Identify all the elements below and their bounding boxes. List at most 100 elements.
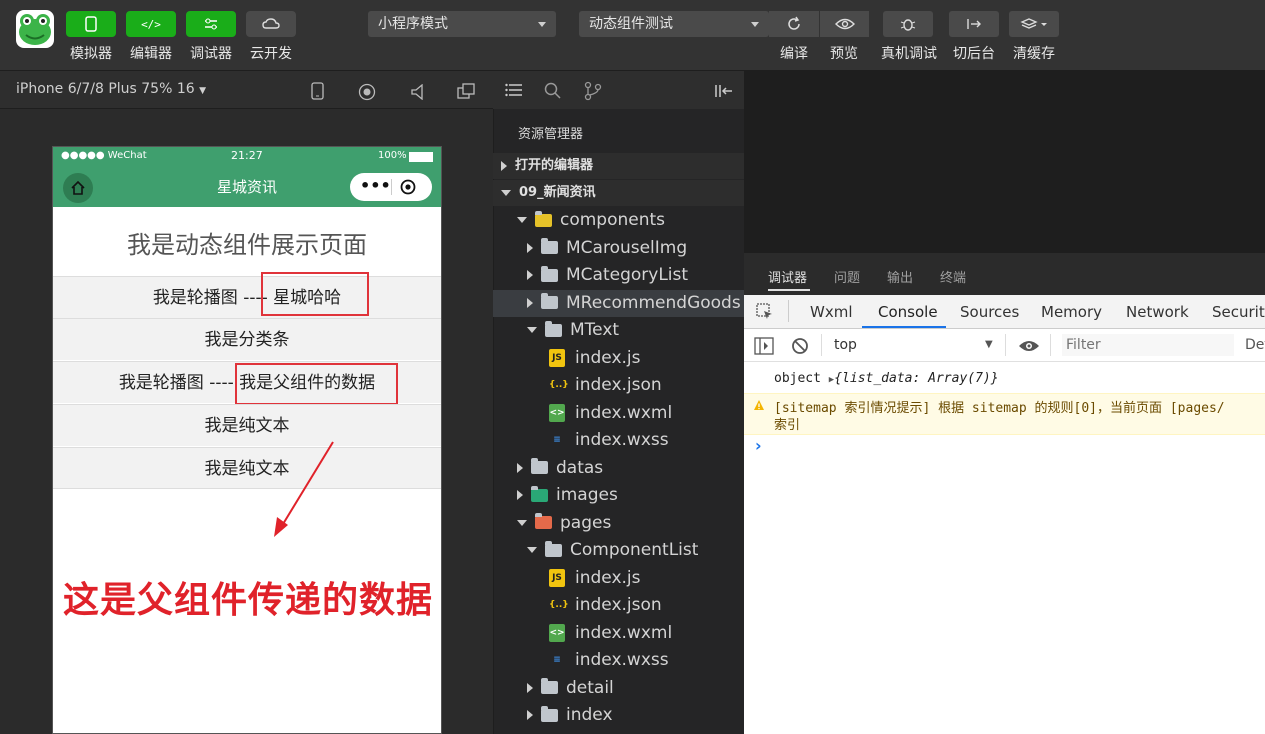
cloud-button[interactable] (246, 11, 296, 37)
debugger-button[interactable] (186, 11, 236, 37)
carrier-label: ●●●●● WeChat (61, 150, 147, 161)
editor-button[interactable]: </> (126, 11, 176, 37)
simulator-label: 模拟器 (70, 46, 112, 62)
clear-cache-button[interactable] (1009, 11, 1059, 37)
clear-console-icon[interactable] (791, 337, 809, 359)
caret-down-icon: ▼ (199, 86, 207, 96)
chevron-right-icon[interactable] (527, 710, 533, 720)
folder-icon (541, 238, 558, 254)
mode-select[interactable]: 小程序模式 (368, 11, 556, 37)
tab-terminal[interactable]: 终端 (940, 267, 966, 286)
tree-item[interactable]: <> index.wxml (493, 400, 744, 427)
row-text: 我是轮播图 ---- (118, 373, 240, 393)
simulator-button[interactable] (66, 11, 116, 37)
sidebar-toggle-icon[interactable] (754, 337, 774, 359)
status-bar: ●●●●● WeChat 21:27 100% (53, 147, 441, 167)
background-button[interactable] (949, 11, 999, 37)
preview-button[interactable] (820, 11, 869, 37)
chevron-right-icon[interactable] (527, 297, 533, 308)
log-object[interactable]: {list_data: Array(7)} (834, 371, 998, 386)
tree-item[interactable]: detail (493, 675, 744, 702)
tree-item[interactable]: ≡ index.wxss (493, 647, 744, 674)
list-item: 我是轮播图 ---- 星城哈哈 (53, 276, 441, 318)
open-editors-section[interactable]: 打开的编辑器 (493, 153, 744, 179)
tab-network[interactable]: Network (1126, 303, 1189, 321)
folder-icon (541, 265, 558, 282)
collapse-panel-icon[interactable] (714, 83, 734, 102)
chevron-down-icon[interactable] (517, 519, 527, 526)
compile-button[interactable] (769, 11, 819, 37)
chevron-right-icon[interactable] (527, 682, 533, 693)
phone-outline-icon[interactable] (311, 82, 325, 104)
capsule-menu[interactable]: ••• (350, 173, 432, 201)
chevron-down-icon[interactable] (517, 217, 527, 223)
toolbar-divider (1050, 334, 1051, 356)
tree-item[interactable]: {..} index.json (493, 592, 744, 619)
capsule-divider (391, 179, 392, 195)
tree-item-label: index (566, 705, 613, 725)
remote-debug-button[interactable] (883, 11, 933, 37)
chevron-right-icon[interactable] (517, 490, 523, 500)
context-caret-icon[interactable]: ▼ (985, 339, 993, 350)
folder-icon (541, 293, 558, 309)
switch-icon (967, 19, 981, 29)
tab-problems[interactable]: 问题 (834, 267, 860, 286)
tree-item[interactable]: components (493, 207, 744, 234)
tab-output[interactable]: 输出 (887, 267, 913, 286)
tree-item-label: MRecommendGoods (566, 292, 741, 313)
tree-item[interactable]: images (493, 482, 744, 509)
tree-item[interactable]: {..} index.json (493, 372, 744, 399)
tree-item[interactable]: ComponentList (493, 537, 744, 564)
tree-item[interactable]: JS index.js (493, 565, 744, 592)
tree-item[interactable]: MText (493, 317, 744, 344)
remote-debug-label: 真机调试 (881, 46, 937, 62)
tab-debugger[interactable]: 调试器 (768, 267, 807, 286)
time-label: 21:27 (231, 149, 263, 162)
tab-sources[interactable]: Sources (960, 303, 1019, 321)
tab-memory[interactable]: Memory (1041, 303, 1102, 321)
folder-icon (535, 513, 552, 529)
record-icon[interactable] (358, 83, 376, 105)
detach-window-icon[interactable] (457, 83, 475, 103)
list-icon[interactable] (505, 82, 523, 102)
tree-item-label: ComponentList (570, 540, 699, 560)
chevron-right-icon[interactable] (527, 242, 533, 253)
chevron-right-icon[interactable] (517, 462, 523, 473)
git-branch-icon[interactable] (584, 81, 602, 105)
tree-item-label: detail (566, 677, 614, 698)
project-section[interactable]: 09_新闻资讯 (493, 180, 744, 206)
inspect-icon[interactable] (756, 303, 774, 325)
tree-item[interactable]: index (493, 702, 744, 729)
levels-select[interactable]: Def (1245, 337, 1265, 353)
device-select[interactable]: iPhone 6/7/8 Plus 75% 16 ▼ (16, 81, 206, 97)
compile-select[interactable]: 动态组件测试 (579, 11, 769, 37)
list-item: 我是分类条 (53, 318, 441, 360)
project-label: 09_新闻资讯 (519, 185, 596, 200)
tree-item[interactable]: JS index.js (493, 345, 744, 372)
list-item: 我是纯文本 (53, 447, 441, 489)
chevron-down-icon[interactable] (527, 327, 537, 333)
volume-icon[interactable] (410, 83, 426, 104)
editor-area (744, 71, 1265, 253)
tree-item[interactable]: MCarouselImg (493, 235, 744, 262)
tree-item[interactable]: datas (493, 455, 744, 482)
chevron-down-icon[interactable] (527, 547, 537, 553)
console-prompt[interactable]: › (755, 436, 762, 455)
tree-item[interactable]: pages (493, 510, 744, 537)
filter-input[interactable] (1062, 334, 1234, 356)
more-icon[interactable]: ••• (360, 176, 391, 195)
eye-icon[interactable] (1018, 338, 1040, 357)
search-icon[interactable] (544, 82, 562, 104)
tab-security[interactable]: Security (1212, 303, 1265, 321)
tree-item[interactable]: MCategoryList (493, 262, 744, 289)
tree-item-label: MCarouselImg (566, 237, 688, 258)
tree-item[interactable]: ≡ index.wxss (493, 427, 744, 454)
close-target-icon[interactable] (400, 179, 416, 195)
tab-console[interactable]: Console (878, 303, 938, 321)
tree-item[interactable]: MRecommendGoods (493, 289, 744, 317)
context-select[interactable]: top (834, 337, 857, 353)
tree-item[interactable]: <> index.wxml (493, 620, 744, 647)
chevron-right-icon[interactable] (527, 270, 533, 280)
tree-item-label: index.wxml (575, 622, 673, 643)
tab-wxml[interactable]: Wxml (810, 303, 853, 321)
